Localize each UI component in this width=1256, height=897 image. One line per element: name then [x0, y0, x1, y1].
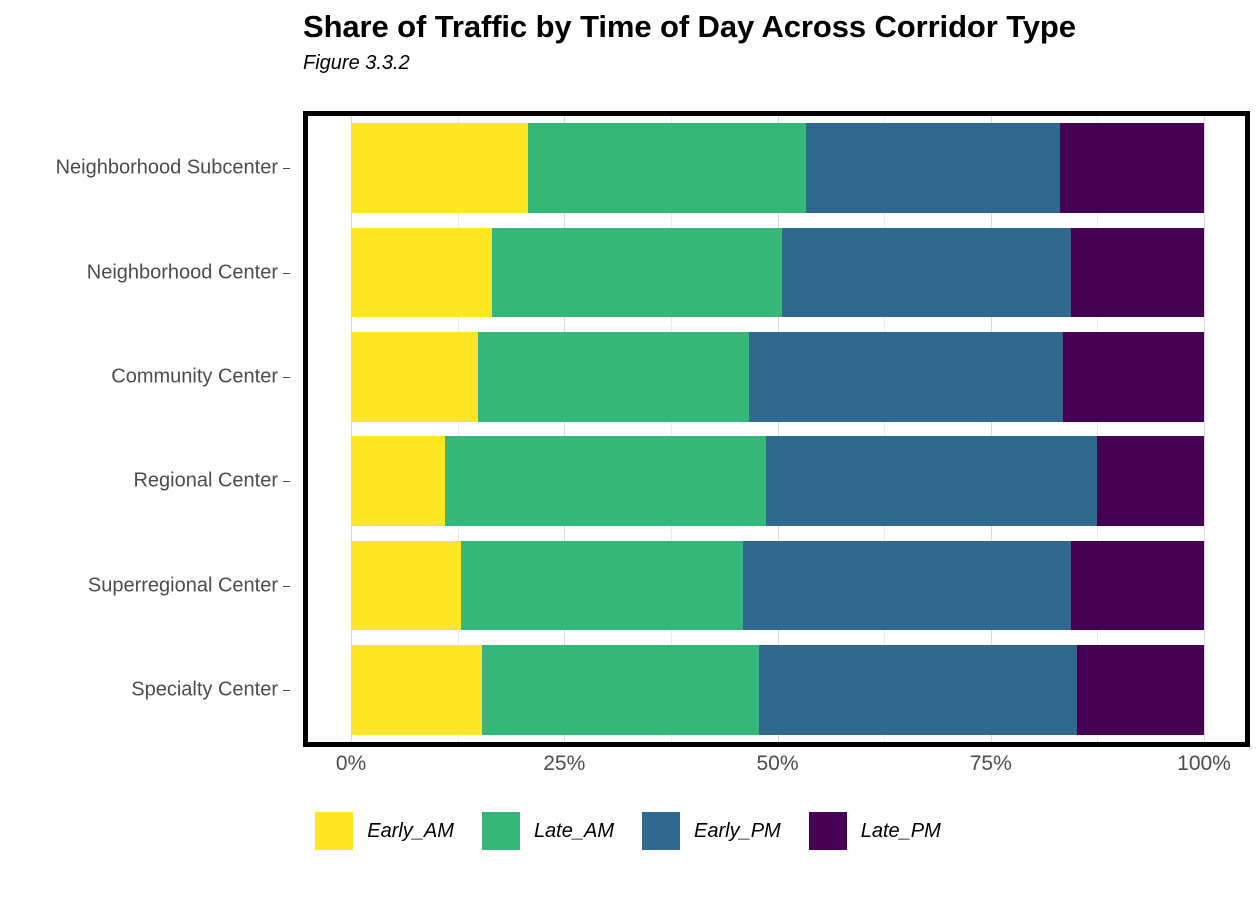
legend-label: Early_PM — [694, 819, 781, 842]
page-title: Share of Traffic by Time of Day Across C… — [303, 9, 1076, 44]
bar-segment-late_am — [478, 331, 750, 422]
y-axis-label-specialty-center: Specialty Center — [131, 678, 278, 701]
legend-label: Early_AM — [367, 819, 454, 842]
bar-row — [351, 331, 1204, 422]
y-axis-tick — [283, 168, 290, 170]
legend-swatch-early_am — [315, 812, 354, 850]
bar-row — [351, 540, 1204, 631]
legend-swatch-late_am — [481, 812, 520, 850]
chart-subtitle: Figure 3.3.2 — [303, 52, 410, 74]
bar-row — [351, 123, 1204, 214]
bar-row — [351, 644, 1204, 735]
x-axis: 0% 25% 50% 75% 100% — [303, 752, 1250, 786]
legend-item-late_pm[interactable]: Late_PM — [808, 812, 941, 850]
bar-segment-early_pm — [742, 540, 1071, 631]
title-block: Share of Traffic by Time of Day Across C… — [303, 8, 1256, 76]
y-axis-label-superregional-center: Superregional Center — [87, 574, 278, 596]
bar-segment-late_am — [481, 644, 759, 735]
y-axis-label-neighborhood-center: Neighborhood Center — [86, 261, 278, 283]
x-axis-label-50pct: 50% — [756, 752, 799, 775]
bar-segment-early_pm — [749, 331, 1064, 422]
bar-segment-late_pm — [1076, 644, 1204, 735]
legend-item-late_am[interactable]: Late_AM — [481, 812, 614, 850]
y-axis-label-regional-center: Regional Center — [133, 469, 278, 492]
bar-segment-late_pm — [1059, 123, 1204, 214]
bar-segment-late_pm — [1063, 331, 1204, 422]
bar-segment-early_am — [351, 227, 492, 318]
x-axis-label-75pct: 75% — [969, 752, 1012, 775]
bar-row — [351, 436, 1204, 527]
y-axis-tick — [283, 481, 290, 483]
bar-segment-early_pm — [765, 436, 1097, 527]
bar-row — [351, 227, 1204, 318]
x-axis-label-100pct: 100% — [1177, 752, 1231, 775]
bar-segment-late_am — [491, 227, 782, 318]
bar-segment-early_pm — [781, 227, 1071, 318]
bar-segment-late_pm — [1096, 436, 1204, 527]
bars-container — [308, 116, 1245, 742]
y-axis: Neighborhood Subcenter Neighborhood Cente… — [0, 111, 290, 747]
bar-segment-late_pm — [1070, 227, 1204, 318]
y-axis-tick — [283, 376, 290, 378]
y-axis-tick — [283, 272, 290, 274]
bar-segment-early_am — [351, 123, 529, 214]
bar-segment-early_pm — [805, 123, 1060, 214]
bar-segment-early_am — [351, 644, 482, 735]
legend-label: Late_AM — [533, 819, 614, 842]
y-axis-label-community-center: Community Center — [111, 365, 278, 388]
bar-segment-late_am — [461, 540, 743, 631]
y-axis-tick — [283, 585, 290, 587]
plot-area — [303, 111, 1250, 747]
bar-segment-early_am — [351, 436, 445, 527]
bar-segment-early_am — [351, 331, 479, 422]
x-axis-label-0pct: 0% — [335, 752, 367, 775]
legend-swatch-early_pm — [642, 812, 680, 850]
bar-segment-early_pm — [758, 644, 1077, 735]
y-axis-label-neighborhood-subcenter: Neighborhood Subcenter — [55, 156, 278, 179]
bar-segment-late_pm — [1070, 540, 1204, 631]
plot-inner — [308, 116, 1245, 742]
legend-swatch-late_pm — [808, 812, 847, 850]
x-axis-label-25pct: 25% — [543, 752, 586, 775]
legend-item-early_am[interactable]: Early_AM — [315, 812, 454, 850]
legend-label: Late_PM — [860, 819, 941, 842]
legend-item-early_pm[interactable]: Early_PM — [642, 812, 781, 850]
bar-segment-late_am — [444, 436, 766, 527]
bar-segment-late_am — [528, 123, 806, 214]
chart-legend: Early_AM Late_AM Early_PM Late_PM — [0, 812, 1256, 850]
bar-segment-early_am — [351, 540, 462, 631]
y-axis-tick — [283, 689, 290, 691]
